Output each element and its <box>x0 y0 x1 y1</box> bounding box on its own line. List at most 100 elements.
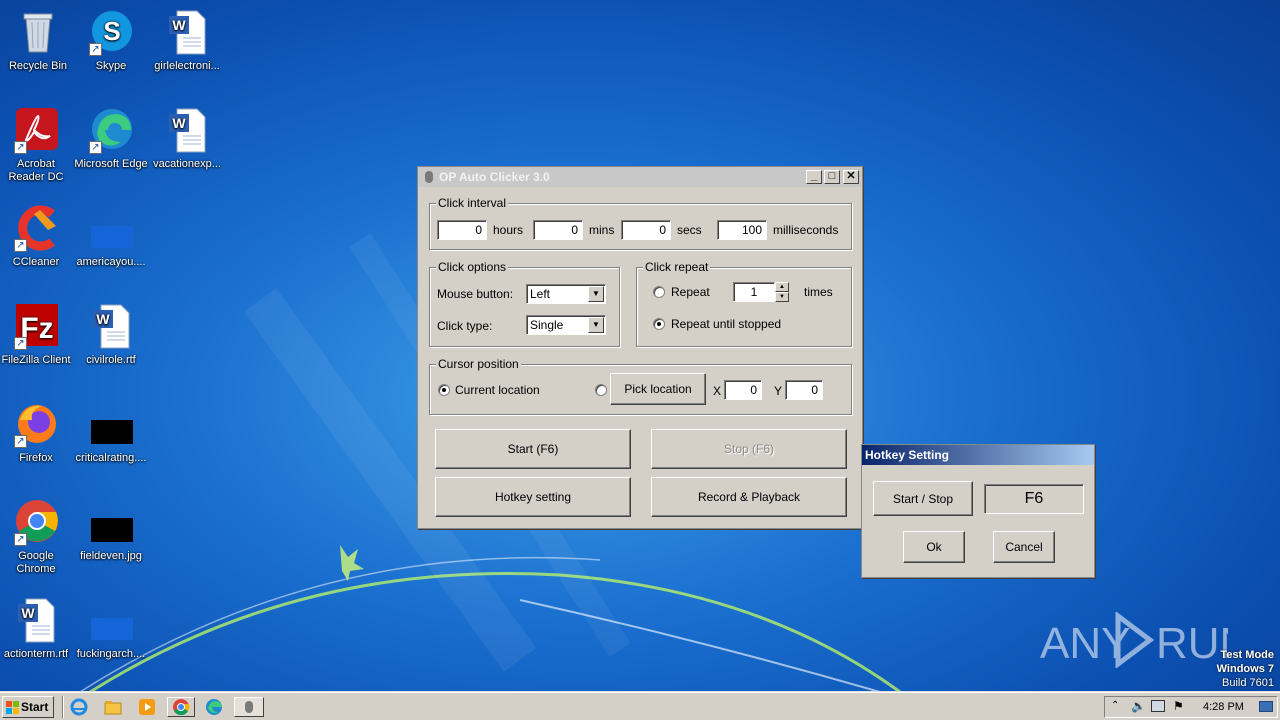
auto-clicker-icon[interactable] <box>234 697 264 717</box>
windows-logo-icon <box>6 700 19 714</box>
desktop-icon-recycle-bin[interactable]: Recycle Bin <box>0 8 76 73</box>
edge-icon[interactable] <box>203 697 225 717</box>
x-coordinate-input[interactable]: 0 <box>724 380 762 400</box>
desktop-icon-skype[interactable]: S ↗ Skype <box>73 8 149 73</box>
desktop-icon-label: fieldeven.jpg <box>80 550 142 562</box>
black-file-icon <box>87 400 135 448</box>
spin-down-icon[interactable]: ▼ <box>775 292 789 302</box>
dialog-title-bar[interactable]: Hotkey Setting <box>862 445 1094 465</box>
show-desktop-icon[interactable] <box>1259 701 1273 712</box>
start-button[interactable]: Start (F6) <box>435 429 631 469</box>
start-button-taskbar[interactable]: Start <box>2 696 54 718</box>
hotkey-setting-button[interactable]: Hotkey setting <box>435 477 631 517</box>
milliseconds-input[interactable]: 100 <box>717 220 767 240</box>
chrome-icon: ↗ <box>12 498 60 546</box>
desktop-icon-firefox[interactable]: ↗ Firefox <box>0 400 74 465</box>
dialog-title: Hotkey Setting <box>865 448 950 462</box>
taskbar: Start ⌃ 🔈 ⚑ 4:28 PM <box>0 692 1280 720</box>
anyrun-logo-icon: ANY RUN <box>1040 611 1251 669</box>
mouse-button-value: Left <box>530 287 551 301</box>
pick-location-radio[interactable] <box>595 384 607 396</box>
test-mode-line: Test Mode <box>1220 649 1274 661</box>
repeat-count-input[interactable]: 1 <box>733 282 775 302</box>
network-icon[interactable] <box>1151 700 1165 712</box>
file-explorer-icon[interactable] <box>102 697 124 717</box>
desktop-icon-acrobat[interactable]: ↗ Acrobat Reader DC <box>0 106 74 184</box>
acrobat-icon: ↗ <box>12 106 60 154</box>
desktop-icon-label: civilrole.rtf <box>86 354 136 366</box>
desktop-icon-actionterm[interactable]: W actionterm.rtf <box>0 596 74 661</box>
desktop-icon-chrome[interactable]: ↗ Google Chrome <box>0 498 74 576</box>
maximize-button[interactable]: □ <box>824 170 840 184</box>
desktop-icon-vacationexp[interactable]: W vacationexp... <box>149 106 225 171</box>
cancel-button[interactable]: Cancel <box>993 531 1055 563</box>
action-center-flag-icon[interactable]: ⚑ <box>1173 699 1184 713</box>
click-type-select[interactable]: Single ▼ <box>526 315 606 335</box>
desktop-icon-americayou[interactable]: americayou.... <box>73 204 149 269</box>
edge-icon: ↗ <box>87 106 135 154</box>
current-location-label: Current location <box>455 383 540 397</box>
repeat-until-stopped-radio[interactable] <box>653 318 665 330</box>
desktop-icon-edge[interactable]: ↗ Microsoft Edge <box>73 106 149 171</box>
svg-text:W: W <box>21 605 35 621</box>
desktop-icon-fieldeven[interactable]: fieldeven.jpg <box>73 498 149 563</box>
system-tray: ⌃ 🔈 ⚑ 4:28 PM <box>1104 696 1278 718</box>
repeat-count-spinner[interactable]: ▲ ▼ <box>775 282 789 302</box>
desktop-icon-criticalrating[interactable]: criticalrating.... <box>73 400 149 465</box>
media-player-icon[interactable] <box>136 697 158 717</box>
secs-input[interactable]: 0 <box>621 220 671 240</box>
build-line: Build 7601 <box>1222 677 1274 689</box>
blue-file-icon <box>87 596 135 644</box>
cursor-position-group: Cursor position Current location Pick lo… <box>429 357 852 415</box>
desktop-icon-civilrole[interactable]: W civilrole.rtf <box>73 302 149 367</box>
desktop-icon-label: FileZilla Client <box>1 354 71 366</box>
click-type-label: Click type: <box>437 319 493 333</box>
chrome-icon[interactable] <box>167 697 195 717</box>
cursor-position-legend: Cursor position <box>436 357 521 371</box>
current-location-radio[interactable] <box>438 384 450 396</box>
ok-button[interactable]: Ok <box>903 531 965 563</box>
desktop-icon-label: girlelectroni... <box>154 60 220 72</box>
desktop-icon-label: actionterm.rtf <box>3 648 69 660</box>
repeat-radio[interactable] <box>653 286 665 298</box>
click-interval-group: Click interval 0 hours 0 mins 0 secs 100… <box>429 196 852 250</box>
desktop-icon-label: vacationexp... <box>153 158 221 170</box>
record-playback-button[interactable]: Record & Playback <box>651 477 847 517</box>
desktop-icon-fuckingarch[interactable]: fuckingarch.... <box>73 596 149 661</box>
hotkey-setting-dialog: Hotkey Setting Start / Stop F6 Ok Cancel <box>861 444 1095 578</box>
desktop-icon-label: fuckingarch.... <box>76 648 146 660</box>
pick-location-button[interactable]: Pick location <box>610 373 706 405</box>
desktop-icon-girlelectroni[interactable]: W girlelectroni... <box>149 8 225 73</box>
title-bar[interactable]: OP Auto Clicker 3.0 _ □ ✕ <box>418 167 862 187</box>
volume-icon[interactable]: 🔈 <box>1131 699 1146 713</box>
anyrun-logo-text: ANY <box>1040 619 1130 668</box>
click-options-legend: Click options <box>436 260 509 274</box>
desktop-icon-label: Firefox <box>19 452 53 464</box>
clock[interactable]: 4:28 PM <box>1203 701 1244 713</box>
y-coordinate-input[interactable]: 0 <box>785 380 823 400</box>
x-label: X <box>713 384 722 398</box>
stop-button[interactable]: Stop (F6) <box>651 429 847 469</box>
hours-input[interactable]: 0 <box>437 220 487 240</box>
desktop-icon-label: americayou.... <box>76 256 146 268</box>
spin-up-icon[interactable]: ▲ <box>775 282 789 292</box>
dropdown-arrow-icon[interactable]: ▼ <box>588 286 604 302</box>
dropdown-arrow-icon[interactable]: ▼ <box>588 317 604 333</box>
internet-explorer-icon[interactable] <box>68 697 90 717</box>
test-mode-text: Test Mode Windows 7 Build 7601 <box>1217 648 1274 690</box>
mins-input[interactable]: 0 <box>533 220 583 240</box>
desktop-icon-ccleaner[interactable]: ↗ CCleaner <box>0 204 74 269</box>
window-title: OP Auto Clicker 3.0 <box>439 170 550 184</box>
minimize-button[interactable]: _ <box>806 170 822 184</box>
mouse-button-label: Mouse button: <box>437 287 514 301</box>
start-stop-hotkey-button[interactable]: Start / Stop <box>873 481 973 516</box>
mouse-button-select[interactable]: Left ▼ <box>526 284 606 304</box>
desktop-icon-filezilla[interactable]: Fz ↗ FileZilla Client <box>0 302 74 367</box>
close-button[interactable]: ✕ <box>843 170 859 184</box>
ccleaner-icon: ↗ <box>12 204 60 252</box>
desktop-icon-label: Google Chrome <box>16 550 56 575</box>
taskbar-separator <box>62 696 64 718</box>
click-options-group: Click options Mouse button: Left ▼ Click… <box>429 260 620 347</box>
show-hidden-icons-icon[interactable]: ⌃ <box>1111 700 1119 711</box>
desktop-icon-label: CCleaner <box>12 256 60 268</box>
